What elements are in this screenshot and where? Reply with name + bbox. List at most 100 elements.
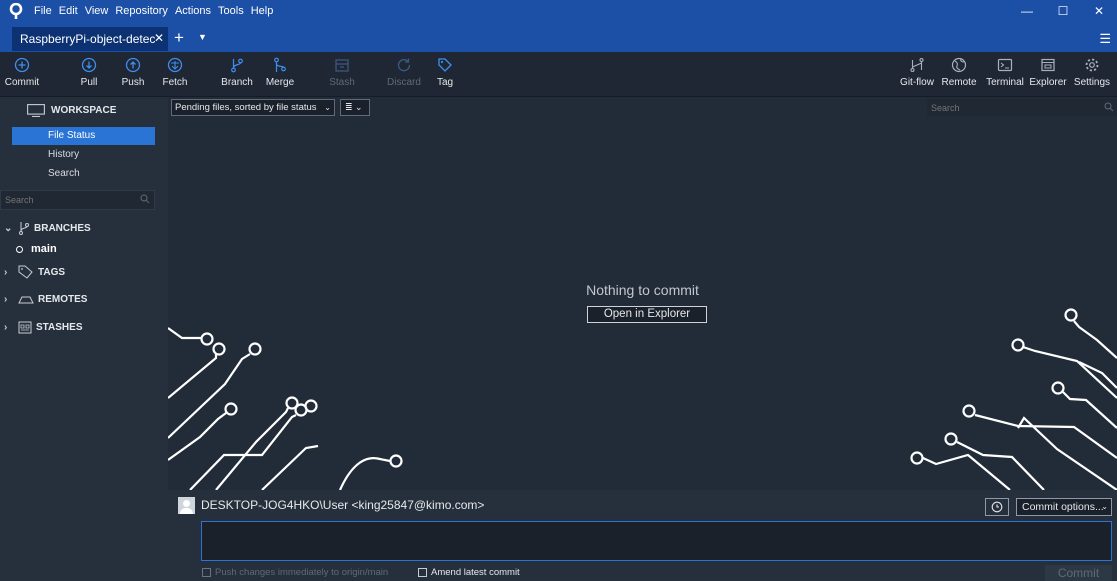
open-in-explorer-button[interactable]: Open in Explorer [587,306,707,323]
push-immediately-label: Push changes immediately to origin/main [215,567,389,578]
branch-icon [231,58,243,73]
amend-commit-checkbox[interactable]: Amend latest commit [418,567,520,578]
menu-tools[interactable]: Tools [218,5,244,17]
close-tab-icon[interactable]: ✕ [154,31,164,45]
commit-submit-button[interactable]: Commit [1045,565,1112,581]
branch-main-label: main [31,243,57,255]
pull-button[interactable]: Pull [67,57,111,88]
sidebar: WORKSPACE File Status History Search ⌄ B… [0,97,168,581]
gear-icon [1085,58,1099,72]
merge-icon [274,57,286,72]
discard-button[interactable]: Discard [382,57,426,88]
gitflow-button[interactable]: Git-flow [895,57,939,88]
explorer-button[interactable]: Explorer [1026,57,1070,88]
menu-edit[interactable]: Edit [59,5,78,17]
chevron-down-icon: ⌄ [1101,502,1108,511]
menu-file[interactable]: File [34,5,52,17]
tag-button[interactable]: Tag [423,57,467,88]
stash-icon [335,59,349,72]
sidebar-item-file-status[interactable]: File Status [12,127,155,145]
search-icon [1104,102,1114,112]
checkbox-icon [202,568,211,577]
push-immediately-checkbox[interactable]: Push changes immediately to origin/main [202,567,388,578]
title-bar: File Edit View Repository Actions Tools … [0,0,1117,52]
push-button[interactable]: Push [111,57,155,88]
stash-icon [18,321,32,334]
toolbar: Commit Pull Push Fetch Branch Merge Stas… [0,52,1117,97]
remote-label: Remote [941,77,977,88]
merge-button[interactable]: Merge [258,57,302,88]
chevron-down-icon: ⌄ [4,222,13,234]
file-search-input[interactable] [927,99,1097,116]
branch-label: Branch [221,77,253,88]
stash-button[interactable]: Stash [320,57,364,88]
chevron-right-icon: › [4,322,8,333]
menu-bar: File Edit View Repository Actions Tools … [0,0,1117,22]
commit-button[interactable]: Commit [0,57,44,88]
sidebar-item-search[interactable]: Search [12,165,155,183]
discard-icon [397,58,411,72]
menu-actions[interactable]: Actions [175,5,211,17]
minimize-button[interactable]: — [1009,0,1045,22]
tag-icon [18,265,33,279]
menu-help[interactable]: Help [251,5,274,17]
branch-item-main[interactable]: main [16,243,57,255]
sidebar-search-input[interactable] [1,191,131,209]
sourcetree-logo-icon [6,1,26,21]
commit-label: Commit [4,77,40,88]
cloud-icon [18,296,34,304]
pull-label: Pull [80,77,98,88]
close-window-button[interactable]: ✕ [1081,0,1117,22]
stashes-label: STASHES [36,322,83,333]
terminal-button[interactable]: Terminal [983,57,1027,88]
push-label: Push [121,77,145,88]
menu-repository[interactable]: Repository [115,5,168,17]
sidebar-search [0,190,155,210]
gitflow-icon [910,57,924,73]
workspace-header: WORKSPACE [27,104,116,117]
branches-label: BRANCHES [34,222,91,234]
tag-label: Tag [436,77,454,88]
tag-icon [438,58,452,72]
stash-label: Stash [329,77,355,88]
sidebar-item-history[interactable]: History [12,146,155,164]
view-mode-dropdown[interactable]: ≣ ⌄ [340,99,370,116]
search-icon [140,194,150,204]
maximize-button[interactable]: ☐ [1045,0,1081,22]
commit-panel: DESKTOP-JOG4HKO\User <king25847@kimo.com… [168,490,1117,581]
explorer-icon [1041,58,1055,72]
remotes-section[interactable]: › REMOTES [4,293,87,305]
commit-options-dropdown[interactable]: Commit options... ⌄ [1016,498,1112,516]
commit-icon [14,57,30,73]
commit-message-input[interactable] [201,521,1112,561]
monitor-icon [27,104,45,117]
fetch-button[interactable]: Fetch [153,57,197,88]
empty-state-message: Nothing to commit [586,282,699,298]
fetch-label: Fetch [162,77,188,88]
settings-label: Settings [1073,77,1111,88]
stashes-section[interactable]: › STASHES [4,321,83,334]
tab-dropdown-button[interactable]: ▼ [198,32,207,42]
remotes-label: REMOTES [38,293,88,305]
current-branch-icon [16,245,23,253]
hamburger-menu-button[interactable]: ☰ [1099,31,1111,47]
avatar [178,497,195,514]
commit-history-button[interactable] [985,498,1009,516]
commit-author: DESKTOP-JOG4HKO\User <king25847@kimo.com… [201,498,485,512]
file-filter-dropdown[interactable]: Pending files, sorted by file status ⌄ [171,99,335,116]
remote-button[interactable]: Remote [937,57,981,88]
file-filter-value: Pending files, sorted by file status [175,102,317,113]
chevron-right-icon: › [4,293,8,305]
explorer-label: Explorer [1029,77,1067,88]
menu-view[interactable]: View [85,5,109,17]
amend-commit-label: Amend latest commit [431,567,520,578]
chevron-down-icon: ⌄ [324,103,331,112]
commit-options-label: Commit options... [1022,501,1104,513]
repository-tab[interactable]: RaspberryPi-object-detec ✕ [12,27,168,51]
branches-section[interactable]: ⌄ BRANCHES [4,221,91,235]
new-tab-button[interactable]: + [174,28,184,48]
branch-button[interactable]: Branch [215,57,259,88]
tags-section[interactable]: › TAGS [4,265,65,279]
settings-button[interactable]: Settings [1070,57,1114,88]
terminal-label: Terminal [986,77,1024,88]
